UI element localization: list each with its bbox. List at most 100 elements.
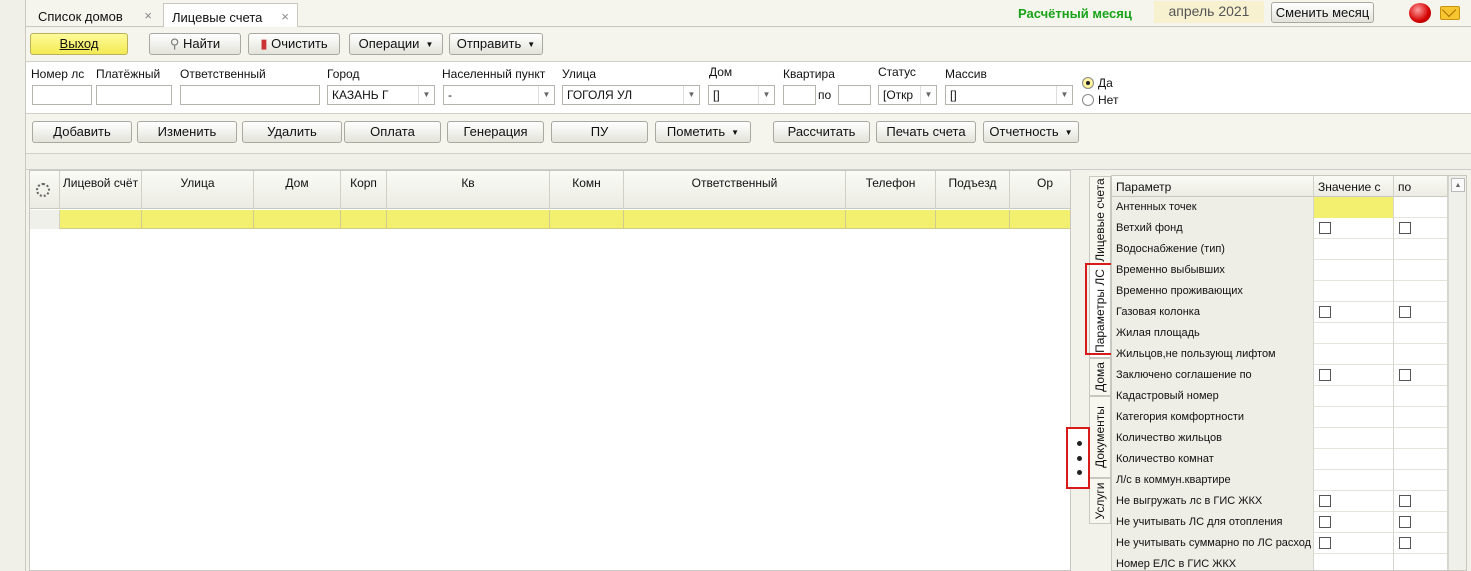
clear-button[interactable]: ▮ Очистить	[248, 33, 340, 55]
chevron-down-icon[interactable]: ▼	[683, 86, 699, 104]
params-value-to[interactable]	[1394, 512, 1448, 533]
params-value-from[interactable]	[1314, 218, 1394, 239]
grid-settings-cell[interactable]	[30, 171, 60, 209]
params-row[interactable]: Кадастровый номер	[1112, 386, 1466, 407]
scroll-up-icon[interactable]: ▲	[1451, 178, 1465, 192]
radio-yes-dot[interactable]	[1082, 77, 1094, 89]
table-cell[interactable]	[341, 210, 387, 229]
params-value-from[interactable]	[1314, 260, 1394, 281]
col-room[interactable]: Комн	[550, 171, 624, 209]
params-value-from[interactable]	[1314, 281, 1394, 302]
array-select[interactable]: [] ▼	[945, 85, 1073, 105]
checkbox[interactable]	[1399, 369, 1411, 381]
chevron-down-icon[interactable]: ▼	[538, 86, 554, 104]
radio-no[interactable]: Нет	[1082, 93, 1118, 107]
radio-yes[interactable]: Да	[1082, 76, 1113, 90]
generate-button[interactable]: Генерация	[447, 121, 544, 143]
chevron-down-icon[interactable]: ▼	[418, 86, 434, 104]
checkbox[interactable]	[1319, 369, 1331, 381]
params-row[interactable]: Не учитывать суммарно по ЛС расход	[1112, 533, 1466, 554]
params-value-from[interactable]	[1314, 344, 1394, 365]
col-house[interactable]: Дом	[254, 171, 341, 209]
checkbox[interactable]	[1399, 306, 1411, 318]
table-cell[interactable]	[550, 210, 624, 229]
params-row[interactable]: Не выгружать лс в ГИС ЖКХ	[1112, 491, 1466, 512]
print-invoice-button[interactable]: Печать счета	[876, 121, 976, 143]
flat-to-input[interactable]	[838, 85, 871, 105]
params-value-to[interactable]	[1394, 365, 1448, 386]
params-value-to[interactable]	[1394, 554, 1448, 570]
tab-side-accounts[interactable]: Лицевые счета	[1089, 176, 1111, 264]
params-row[interactable]: Количество жильцов	[1112, 428, 1466, 449]
params-col-from[interactable]: Значение с	[1314, 176, 1394, 197]
params-value-from[interactable]	[1314, 323, 1394, 344]
params-value-to[interactable]	[1394, 386, 1448, 407]
params-value-to[interactable]	[1394, 407, 1448, 428]
table-cell[interactable]	[254, 210, 341, 229]
params-value-to[interactable]	[1394, 470, 1448, 491]
col-flat[interactable]: Кв	[387, 171, 550, 209]
params-row[interactable]: Ветхий фонд	[1112, 218, 1466, 239]
params-value-to[interactable]	[1394, 344, 1448, 365]
params-value-from[interactable]	[1314, 197, 1394, 218]
table-cell[interactable]	[60, 210, 142, 229]
checkbox[interactable]	[1319, 537, 1331, 549]
find-button[interactable]: ⚲ Найти	[149, 33, 241, 55]
params-value-from[interactable]	[1314, 512, 1394, 533]
chevron-down-icon[interactable]: ▼	[920, 86, 936, 104]
params-row[interactable]: Газовая колонка	[1112, 302, 1466, 323]
locality-select[interactable]: - ▼	[443, 85, 555, 105]
params-value-to[interactable]	[1394, 449, 1448, 470]
params-value-from[interactable]	[1314, 428, 1394, 449]
params-value-to[interactable]	[1394, 491, 1448, 512]
params-value-from[interactable]	[1314, 386, 1394, 407]
col-entrance[interactable]: Подъезд	[936, 171, 1010, 209]
payment-button[interactable]: Оплата	[344, 121, 441, 143]
params-row[interactable]: Антенных точек	[1112, 197, 1466, 218]
params-value-from[interactable]	[1314, 470, 1394, 491]
exit-button[interactable]: Выход	[30, 33, 128, 55]
table-cell[interactable]	[936, 210, 1010, 229]
flat-from-input[interactable]	[783, 85, 816, 105]
checkbox[interactable]	[1399, 516, 1411, 528]
params-row[interactable]: Жильцов,не пользующ лифтом	[1112, 344, 1466, 365]
params-value-from[interactable]	[1314, 533, 1394, 554]
params-value-from[interactable]	[1314, 239, 1394, 260]
params-value-from[interactable]	[1314, 407, 1394, 428]
tab-side-services[interactable]: Услуги	[1089, 478, 1111, 524]
checkbox[interactable]	[1319, 516, 1331, 528]
gear-icon[interactable]	[36, 183, 50, 197]
params-row[interactable]: Жилая площадь	[1112, 323, 1466, 344]
chevron-down-icon[interactable]: ▼	[731, 123, 739, 143]
pu-button[interactable]: ПУ	[551, 121, 648, 143]
radio-no-dot[interactable]	[1082, 94, 1094, 106]
exit-app-icon[interactable]	[1409, 3, 1431, 23]
params-row[interactable]: Временно выбывших	[1112, 260, 1466, 281]
params-value-from[interactable]	[1314, 449, 1394, 470]
edit-button[interactable]: Изменить	[137, 121, 237, 143]
close-icon[interactable]: ×	[144, 8, 152, 23]
tab-side-houses[interactable]: Дома	[1089, 358, 1111, 396]
col-building[interactable]: Корп	[341, 171, 387, 209]
checkbox[interactable]	[1399, 537, 1411, 549]
checkbox[interactable]	[1319, 495, 1331, 507]
more-options-button[interactable]	[1066, 427, 1090, 489]
params-value-to[interactable]	[1394, 239, 1448, 260]
params-value-to[interactable]	[1394, 533, 1448, 554]
params-scrollbar[interactable]: ▲	[1448, 176, 1466, 570]
tab-accounts[interactable]: Лицевые счета ×	[163, 3, 298, 27]
send-button[interactable]: Отправить ▼	[449, 33, 543, 55]
splitter-bar[interactable]	[26, 154, 1471, 170]
status-select[interactable]: [Откр ▼	[878, 85, 937, 105]
params-value-from[interactable]	[1314, 302, 1394, 323]
city-select[interactable]: КАЗАНЬ Г ▼	[327, 85, 435, 105]
params-value-from[interactable]	[1314, 365, 1394, 386]
table-cell[interactable]	[846, 210, 936, 229]
mail-icon[interactable]	[1440, 6, 1460, 20]
tab-houses-list[interactable]: Список домов ×	[30, 3, 160, 27]
operations-button[interactable]: Операции ▼	[349, 33, 443, 55]
checkbox[interactable]	[1319, 306, 1331, 318]
table-cell[interactable]	[1010, 210, 1070, 229]
params-row[interactable]: Номер ЕЛС в ГИС ЖКХ	[1112, 554, 1466, 570]
checkbox[interactable]	[1319, 222, 1331, 234]
